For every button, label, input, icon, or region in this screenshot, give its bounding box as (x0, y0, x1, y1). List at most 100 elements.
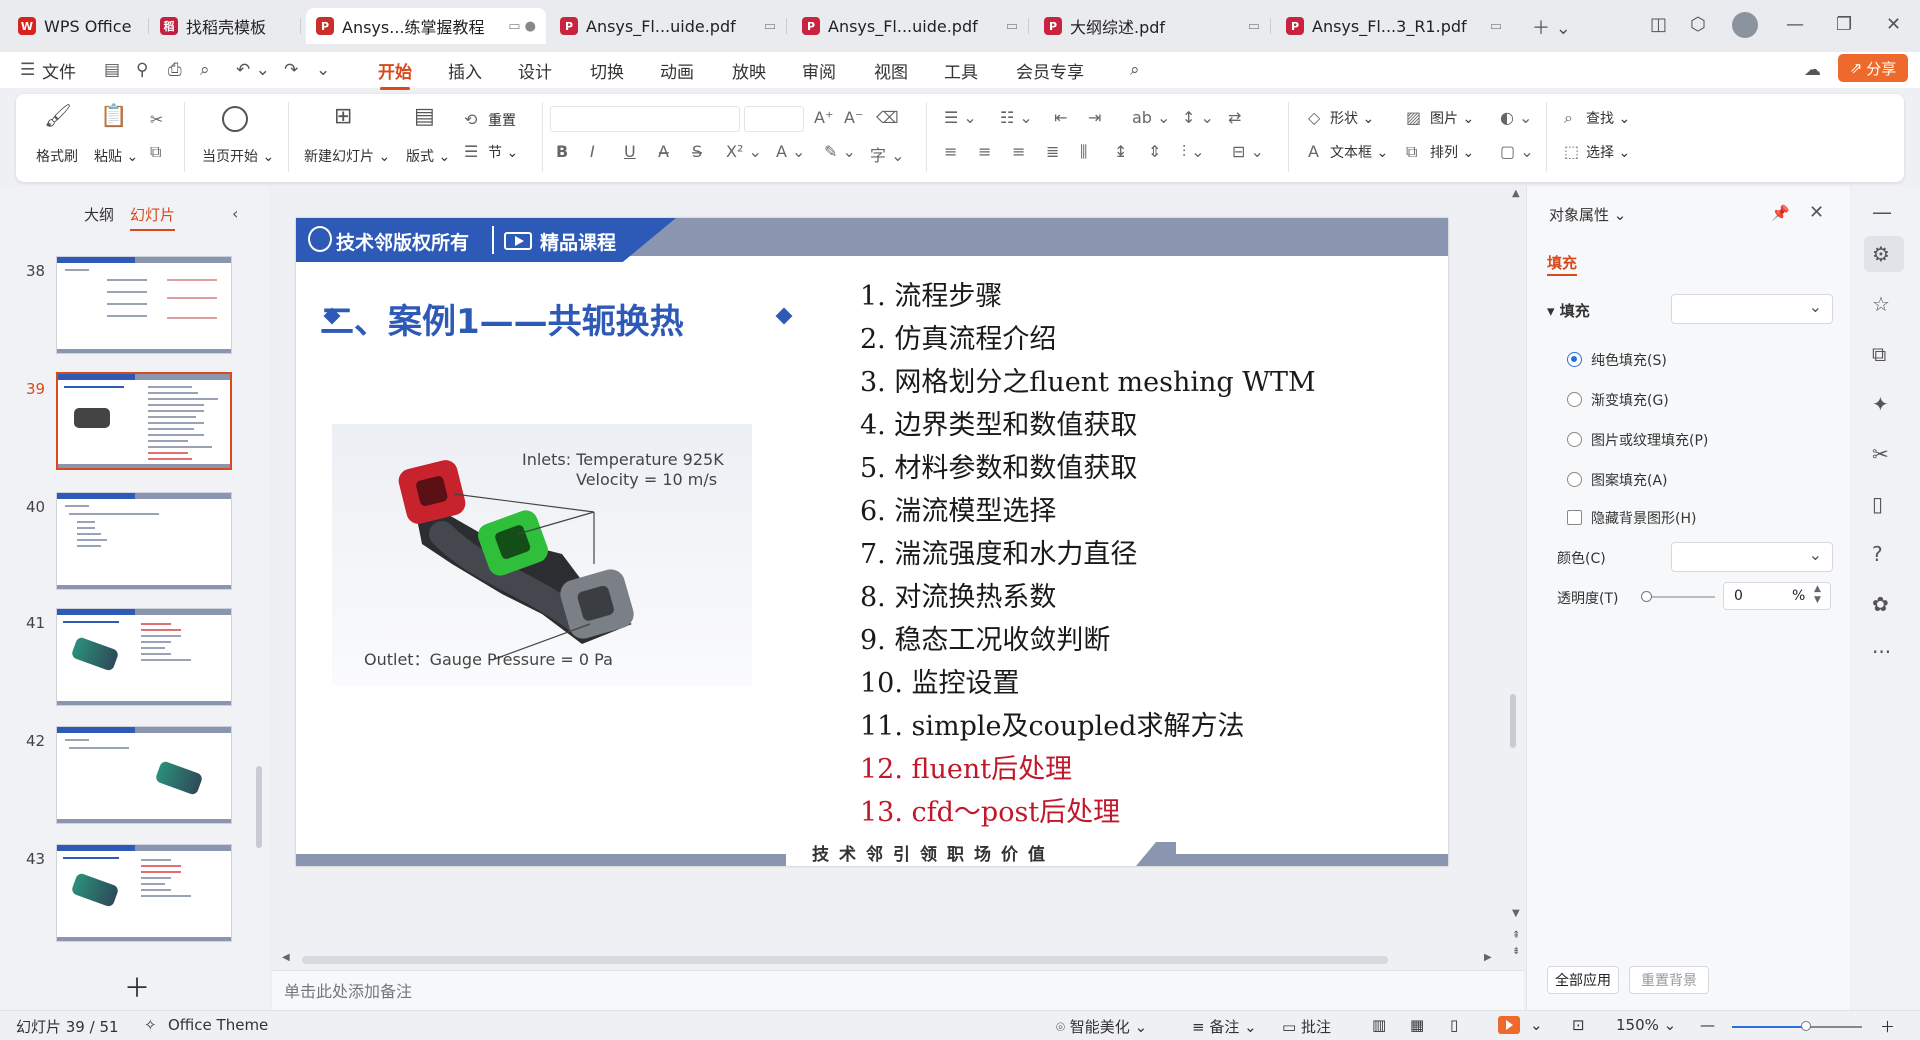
font-size-select[interactable] (744, 106, 804, 132)
close-panel-icon[interactable]: ✕ (1809, 202, 1824, 223)
new-tab-icon[interactable]: ＋ ⌄ (1532, 14, 1571, 40)
transparency-slider-knob[interactable] (1641, 591, 1652, 602)
panel-title[interactable]: 对象属性 ⌄ (1549, 204, 1626, 225)
char-spacing-icon[interactable]: 字 ⌄ (870, 142, 905, 166)
slide-title[interactable]: 二、案例1——共轭换热 (320, 294, 684, 343)
reset-background-button[interactable]: 重置背景 (1629, 966, 1709, 994)
next-slide-icon[interactable]: ⇟ (1512, 946, 1520, 957)
pattern-fill-radio[interactable] (1567, 472, 1582, 487)
restore-icon[interactable]: ❐ (1836, 14, 1852, 35)
select-button[interactable]: 选择 ⌄ (1586, 142, 1630, 162)
tab-wps-office[interactable]: W WPS Office (8, 8, 149, 44)
tab-pdf-2[interactable]: P Ansys_Fl...uide.pdf ▭ (792, 8, 1029, 44)
properties-icon[interactable]: ⚙ (1872, 242, 1890, 266)
collapse-panel-icon[interactable]: ‹ (232, 204, 238, 223)
theme-name[interactable]: Office Theme (168, 1016, 268, 1034)
notes-button[interactable]: ≡ 备注 ⌄ (1192, 1016, 1257, 1037)
smart-beautify-button[interactable]: ⌾ 智能美化 ⌄ (1056, 1016, 1147, 1037)
columns-icon[interactable]: ⫶ ⌄ (1182, 142, 1205, 162)
comments-button[interactable]: ▭ 批注 (1282, 1016, 1331, 1037)
prev-slide-icon[interactable]: ⇞ (1512, 930, 1520, 941)
hide-background-checkbox[interactable] (1567, 510, 1582, 525)
slide-thumbnail-42[interactable] (56, 726, 232, 824)
copy-layer-icon[interactable]: ⧉ (1872, 342, 1886, 366)
spinner-icon[interactable]: ▲ ▼ (1814, 584, 1821, 606)
play-from-current-icon[interactable] (222, 106, 248, 132)
tab-slides[interactable]: 幻灯片 (130, 204, 176, 231)
italic-icon[interactable]: I (590, 142, 595, 161)
outline-icon[interactable]: ▢ ⌄ (1500, 142, 1534, 161)
font-family-select[interactable] (550, 106, 740, 132)
gradient-fill-radio[interactable] (1567, 392, 1582, 407)
slide-thumbnail-38[interactable] (56, 256, 232, 354)
menu-view[interactable]: 视图 (874, 58, 908, 83)
monitor-icon[interactable]: ▭ ● (508, 19, 536, 34)
search-icon[interactable]: ⌕ (1130, 60, 1140, 80)
sidebar-toggle-icon[interactable]: ◫ (1650, 14, 1667, 35)
tools-icon[interactable]: ✂ (1872, 442, 1889, 466)
print-icon[interactable]: ⎙ (168, 60, 182, 80)
save-icon[interactable]: ▤ (104, 60, 120, 80)
zoom-level[interactable]: 150% ⌄ (1616, 1016, 1676, 1034)
apply-all-button[interactable]: 全部应用 (1547, 966, 1619, 994)
highlight-icon[interactable]: ✎ ⌄ (824, 142, 856, 161)
close-icon[interactable]: ✕ (1886, 14, 1901, 35)
menu-slideshow[interactable]: 放映 (732, 58, 766, 83)
gift-icon[interactable]: ✿ (1872, 592, 1889, 616)
share-button[interactable]: ⇗ 分享 (1838, 54, 1908, 82)
menu-icon[interactable]: ☰ (20, 60, 35, 80)
solid-fill-radio[interactable] (1567, 352, 1582, 367)
text-direction-icon[interactable]: ab ⌄ (1132, 108, 1170, 127)
superscript-icon[interactable]: X² ⌄ (726, 142, 762, 161)
cloud-icon[interactable]: ☁ (1804, 60, 1821, 80)
help-icon[interactable]: ? (1872, 542, 1883, 566)
menu-member[interactable]: 会员专享 (1016, 58, 1084, 83)
slide-panel-scrollbar[interactable] (256, 766, 262, 848)
scroll-left-icon[interactable]: ◀ (282, 952, 290, 963)
normal-view-icon[interactable]: ▥ (1372, 1016, 1386, 1034)
collapse-icon[interactable]: — (1872, 200, 1892, 224)
monitor-icon[interactable]: ▭ (1248, 19, 1260, 34)
menu-animation[interactable]: 动画 (660, 58, 694, 83)
decrease-font-icon[interactable]: A⁻ (844, 108, 863, 127)
from-current-button[interactable]: 当页开始 ⌄ (202, 146, 274, 166)
tab-pdf-1[interactable]: P Ansys_Fl...uide.pdf ▭ (550, 8, 787, 44)
convert-icon[interactable]: ⇄ (1228, 108, 1241, 127)
layout-icon[interactable]: ▤ (414, 104, 435, 129)
monitor-icon[interactable]: ▭ (1490, 19, 1502, 34)
menu-file[interactable]: 文件 (42, 58, 76, 83)
font-color-icon[interactable]: A ⌄ (776, 142, 805, 161)
slide-sorter-icon[interactable]: ▦ (1410, 1016, 1424, 1034)
clear-format-icon[interactable]: ⌫ (876, 108, 899, 127)
fit-window-icon[interactable]: ⊡ (1572, 1016, 1585, 1034)
slide-thumbnail-43[interactable] (56, 844, 232, 942)
menu-review[interactable]: 审阅 (802, 58, 836, 83)
align-center-icon[interactable]: ≡ (978, 142, 991, 161)
color-select[interactable] (1671, 542, 1833, 572)
reset-button[interactable]: 重置 (488, 110, 516, 130)
find-icon[interactable]: ⌕ (1564, 108, 1573, 128)
textbox-icon[interactable]: A (1308, 142, 1319, 161)
tab-pdf-3[interactable]: P Ansys_Fl...3_R1.pdf ▭ (1276, 8, 1512, 44)
format-painter-icon[interactable]: 🖌 (44, 104, 72, 129)
menu-insert[interactable]: 插入 (448, 58, 482, 83)
line-spacing-icon[interactable]: ↨ (1114, 142, 1127, 161)
canvas-vertical-scrollbar[interactable] (1510, 694, 1516, 748)
minimize-icon[interactable]: — (1786, 14, 1804, 35)
share-link-icon[interactable]: ⚲ (136, 60, 148, 80)
new-slide-icon[interactable]: ⊞ (334, 104, 352, 129)
tab-ansys-ppt[interactable]: P Ansys...练掌握教程 ▭ ● (306, 8, 546, 44)
notes-pane[interactable] (272, 970, 1524, 1010)
slide-thumbnail-39[interactable] (56, 372, 232, 470)
notes-placeholder[interactable]: 单击此处添加备注 (284, 978, 412, 1002)
align-left-icon[interactable]: ≡ (944, 142, 957, 161)
scroll-right-icon[interactable]: ▶ (1484, 952, 1492, 963)
para-spacing-icon[interactable]: ⇕ (1148, 142, 1161, 161)
slide-thumbnail-40[interactable] (56, 492, 232, 590)
menu-design[interactable]: 设计 (518, 58, 552, 83)
shape-button[interactable]: 形状 ⌄ (1330, 108, 1374, 128)
more-icon[interactable]: ··· (1872, 640, 1891, 664)
pin-icon[interactable]: 📌 (1771, 204, 1790, 222)
transparency-input[interactable]: 0 % ▲ ▼ (1723, 582, 1831, 610)
scroll-up-icon[interactable]: ▲ (1512, 188, 1520, 199)
